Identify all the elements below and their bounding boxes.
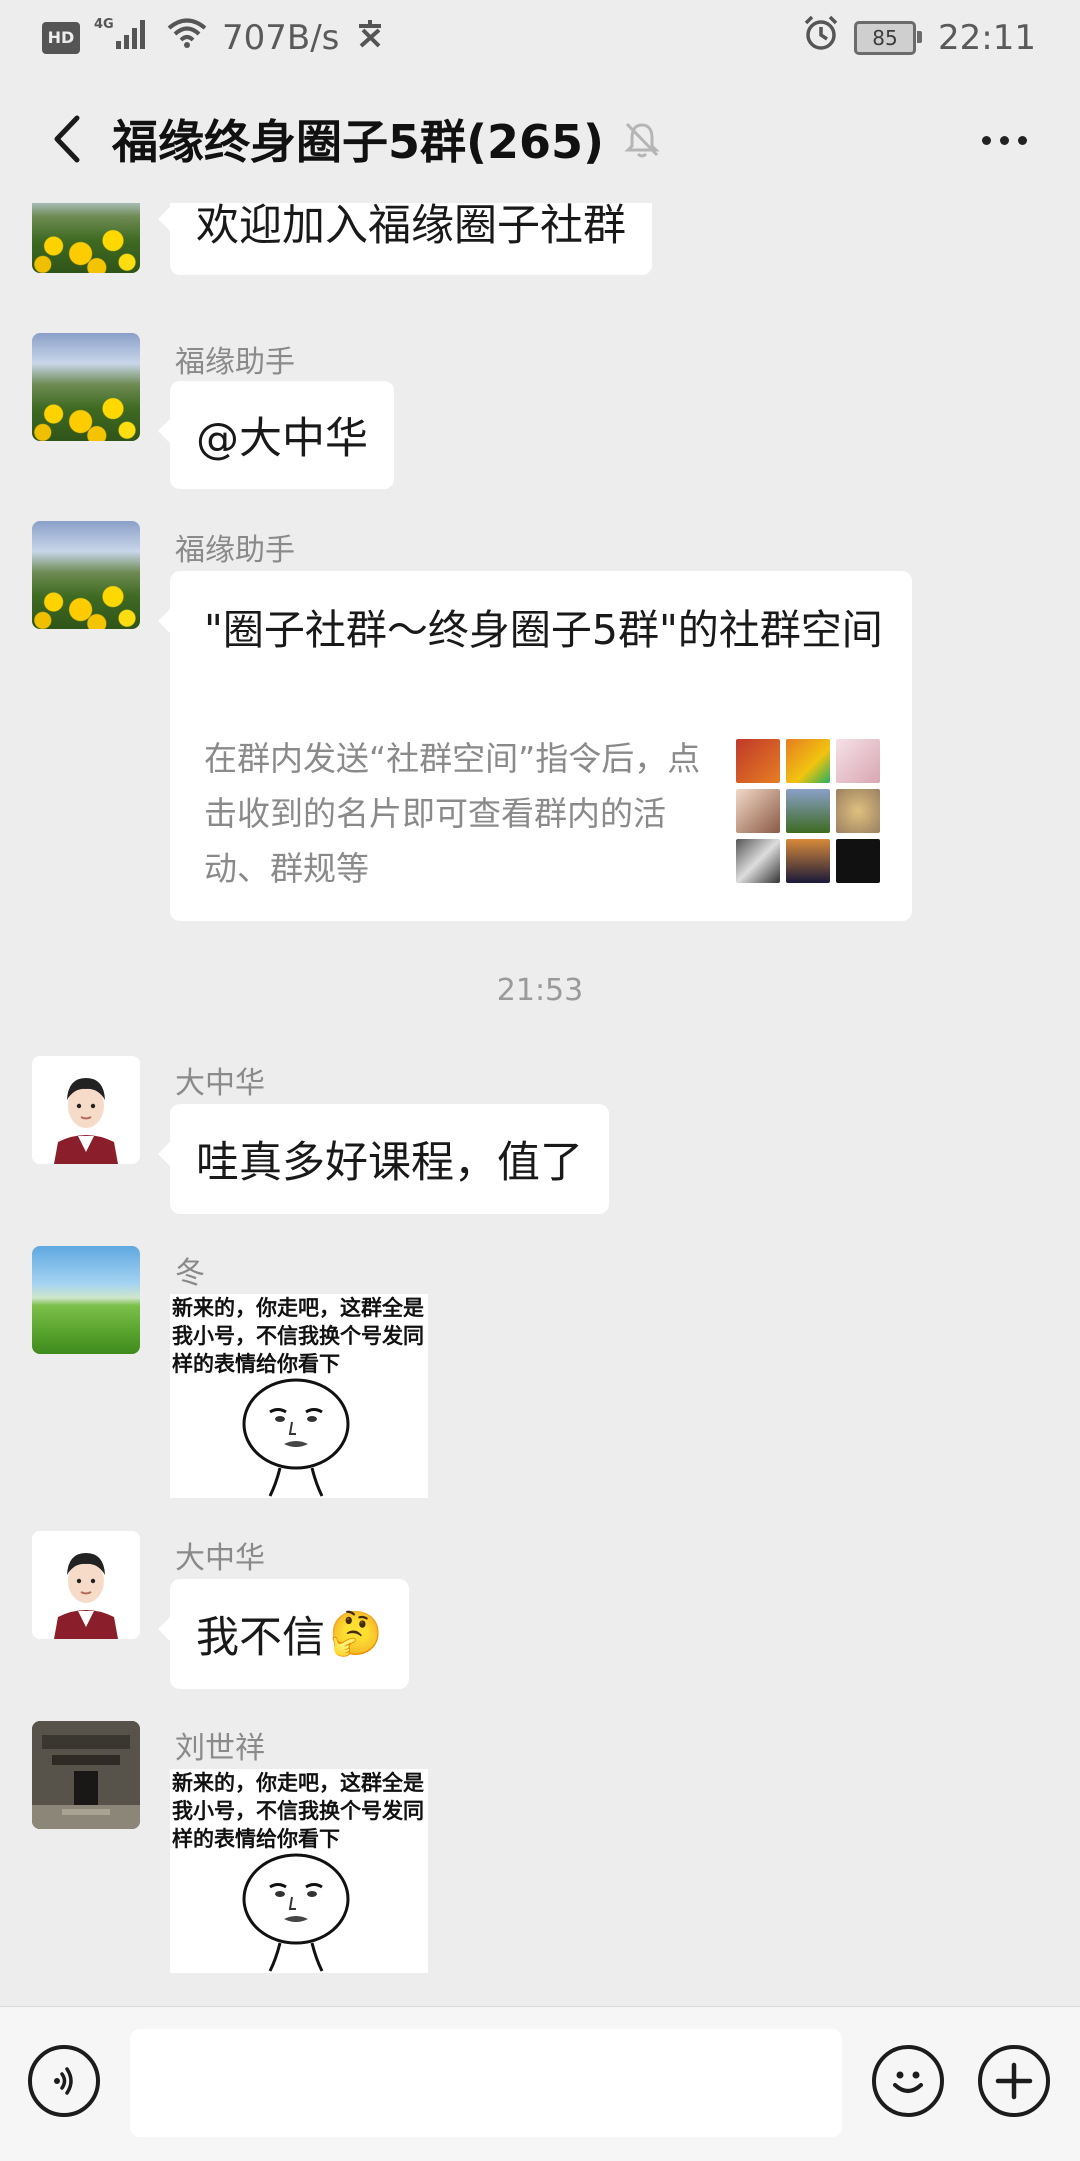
message-bubble[interactable]: 哇真多好课程，值了 bbox=[158, 1104, 609, 1214]
member-avatar bbox=[786, 839, 830, 883]
sender-avatar[interactable] bbox=[32, 1056, 140, 1164]
member-avatar bbox=[836, 739, 880, 783]
status-left: HD 4G 707B/s bbox=[0, 15, 393, 60]
meme-face-icon bbox=[242, 1853, 350, 1972]
clock: 22:11 bbox=[938, 17, 1036, 58]
member-avatar bbox=[786, 739, 830, 783]
meme-face-icon bbox=[242, 1378, 350, 1497]
status-right: 85 22:11 bbox=[802, 14, 1080, 61]
app-notification-icon bbox=[353, 16, 393, 59]
sender-name: 大中华 bbox=[175, 1541, 265, 1576]
wifi-icon bbox=[166, 16, 208, 59]
svg-text:4G: 4G bbox=[94, 17, 114, 32]
mute-bell-icon bbox=[622, 119, 662, 159]
sender-avatar[interactable] bbox=[32, 1246, 140, 1354]
community-space-card[interactable]: "圈子社群～终身圈子5群"的社群空间 在群内发送“社群空间”指令后，点击收到的名… bbox=[158, 571, 912, 921]
card-description: 在群内发送“社群空间”指令后，点击收到的名片即可查看群内的活动、群规等 bbox=[204, 739, 701, 888]
message-bubble[interactable]: @大中华 bbox=[158, 381, 394, 489]
status-bar: HD 4G 707B/s 85 22:11 bbox=[0, 0, 1080, 75]
sender-avatar[interactable] bbox=[32, 521, 140, 629]
avatar-image bbox=[32, 1056, 140, 1164]
dot-icon bbox=[1017, 135, 1027, 145]
message-text: 我不信 bbox=[196, 1613, 325, 1663]
member-avatar bbox=[736, 789, 780, 833]
message-input[interactable] bbox=[130, 2029, 842, 2137]
back-button[interactable] bbox=[22, 89, 112, 189]
message-text: @大中华 bbox=[196, 414, 368, 464]
network-speed: 707B/s bbox=[222, 17, 340, 58]
chat-input-bar bbox=[0, 2006, 1080, 2161]
back-arrow-icon bbox=[54, 115, 80, 163]
sender-name: 福缘助手 bbox=[175, 345, 295, 380]
more-functions-button[interactable] bbox=[978, 2045, 1050, 2117]
chat-title: 福缘终身圈子5群(265) bbox=[112, 115, 605, 169]
card-title: "圈子社群～终身圈子5群"的社群空间 bbox=[204, 606, 883, 654]
thinking-face-emoji: 🤔 bbox=[329, 1609, 383, 1659]
voice-icon bbox=[54, 2067, 73, 2095]
more-options-button[interactable] bbox=[964, 105, 1044, 175]
dot-icon bbox=[981, 135, 991, 145]
message-bubble[interactable]: 欢迎加入福缘圈子社群 bbox=[158, 203, 652, 275]
emoji-button[interactable] bbox=[872, 2045, 944, 2117]
sender-name: 福缘助手 bbox=[175, 533, 295, 568]
avatar-image bbox=[32, 1531, 140, 1639]
sticker-message[interactable]: 新来的，你走吧，这群全是我小号，不信我换个号发同样的表情给你看下 bbox=[170, 1769, 428, 1973]
nav-bar: 福缘终身圈子5群(265) bbox=[0, 75, 1080, 203]
chat-message-list[interactable]: 欢迎加入福缘圈子社群 福缘助手 @大中华 福缘助手 "圈子社群～终身圈子5群"的… bbox=[0, 203, 1080, 2003]
voice-input-button[interactable] bbox=[28, 2045, 100, 2117]
battery-indicator: 85 bbox=[854, 20, 923, 55]
sender-avatar[interactable] bbox=[32, 1721, 140, 1829]
member-avatar-grid bbox=[736, 739, 880, 883]
avatar-image bbox=[32, 1721, 140, 1829]
message-bubble[interactable]: 我不信 🤔 bbox=[158, 1579, 409, 1689]
signal-icon: 4G bbox=[94, 15, 152, 60]
member-avatar bbox=[736, 739, 780, 783]
member-avatar bbox=[836, 789, 880, 833]
sender-name: 刘世祥 bbox=[175, 1731, 265, 1766]
plus-icon bbox=[995, 2062, 1033, 2100]
sticker-message[interactable]: 新来的，你走吧，这群全是我小号，不信我换个号发同样的表情给你看下 bbox=[170, 1294, 428, 1498]
sticker-caption: 新来的，你走吧，这群全是我小号，不信我换个号发同样的表情给你看下 bbox=[172, 1295, 424, 1376]
member-avatar bbox=[786, 789, 830, 833]
alarm-icon bbox=[802, 14, 840, 61]
message-text: 欢迎加入福缘圈子社群 bbox=[196, 203, 626, 251]
message-text: 哇真多好课程，值了 bbox=[196, 1138, 583, 1188]
smiley-icon bbox=[893, 2071, 923, 2093]
member-avatar bbox=[836, 839, 880, 883]
sender-name: 冬 bbox=[175, 1256, 205, 1291]
sender-avatar[interactable] bbox=[32, 333, 140, 441]
sticker-caption: 新来的，你走吧，这群全是我小号，不信我换个号发同样的表情给你看下 bbox=[172, 1770, 424, 1851]
member-avatar bbox=[736, 839, 780, 883]
sender-avatar[interactable] bbox=[32, 1531, 140, 1639]
sender-name: 大中华 bbox=[175, 1066, 265, 1101]
time-divider: 21:53 bbox=[496, 973, 584, 1008]
sender-avatar[interactable] bbox=[32, 203, 140, 273]
hd-badge: HD bbox=[42, 21, 80, 54]
dot-icon bbox=[999, 135, 1009, 145]
